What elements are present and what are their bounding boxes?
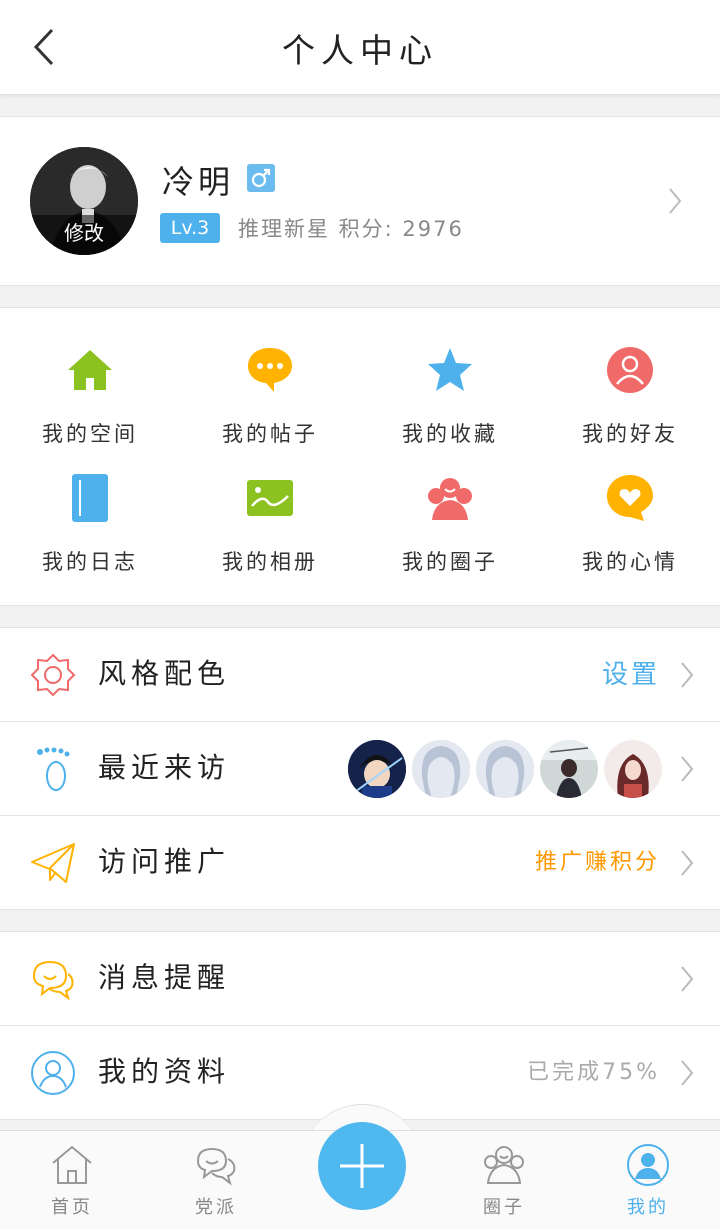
chevron-right-icon	[681, 850, 694, 876]
photo-icon	[247, 480, 293, 516]
menu-value: 设置	[601, 660, 660, 690]
avatar-edit-label[interactable]: 修改	[30, 215, 138, 255]
plus-icon	[340, 1144, 384, 1188]
page-title: 个人中心	[282, 31, 438, 70]
user-circle-icon	[31, 1051, 75, 1095]
friend-icon	[607, 347, 653, 393]
grid-my-mood[interactable]: 我的心情	[540, 474, 720, 602]
menu-notifications[interactable]: 消息提醒	[0, 932, 720, 1026]
avatar[interactable]: 修改	[30, 147, 138, 255]
settings-group-2: 消息提醒 我的资料 已完成75%	[0, 931, 720, 1120]
notebook-icon	[72, 474, 108, 522]
visitor-photo-icon	[540, 740, 598, 798]
grid-my-friends[interactable]: 我的好友	[540, 346, 720, 474]
tab-circles[interactable]: 圈子	[432, 1131, 576, 1229]
grid-label: 我的圈子	[402, 550, 498, 574]
tab-label: 首页	[51, 1197, 93, 1218]
grid-label: 我的好友	[582, 422, 678, 446]
tab-party[interactable]: 党派	[144, 1131, 288, 1229]
chevron-right-icon	[669, 188, 682, 214]
home-tab-icon	[52, 1145, 92, 1184]
chat-bubble-icon	[248, 348, 292, 392]
menu-value: 推广赚积分	[534, 850, 660, 875]
paper-plane-icon	[31, 843, 75, 883]
me-tab-icon	[627, 1144, 669, 1186]
visitor-avatar[interactable]	[412, 740, 470, 798]
rank-points: 推理新星 积分: 2976	[238, 217, 464, 241]
heart-bubble-icon	[607, 475, 653, 521]
menu-label: 最近来访	[98, 751, 231, 784]
default-avatar-icon	[476, 740, 534, 798]
grid-label: 我的收藏	[402, 422, 498, 446]
menu-label: 风格配色	[98, 657, 231, 690]
default-avatar-icon	[412, 740, 470, 798]
grid-my-favorites[interactable]: 我的收藏	[360, 346, 540, 474]
shortcut-grid: 我的空间 我的帖子 我的收藏 我的好友 我的日志 我的相册 我的圈子 我的心情	[0, 307, 720, 606]
tab-label: 圈子	[483, 1197, 525, 1218]
tab-home[interactable]: 首页	[0, 1131, 144, 1229]
footprint-icon	[37, 747, 70, 791]
message-bubbles-icon	[32, 960, 74, 1001]
visitor-avatar[interactable]	[604, 740, 662, 798]
level-badge: Lv.3	[160, 213, 220, 243]
grid-label: 我的相册	[222, 550, 318, 574]
visitor-avatar[interactable]	[348, 740, 406, 798]
menu-value: 已完成75%	[527, 1060, 660, 1085]
grid-label: 我的空间	[42, 422, 138, 446]
star-icon	[428, 348, 472, 391]
male-gender-icon	[247, 164, 275, 192]
menu-label: 访问推广	[98, 845, 231, 878]
tab-label: 我的	[627, 1197, 669, 1218]
grid-label: 我的帖子	[222, 422, 318, 446]
grid-my-space[interactable]: 我的空间	[0, 346, 180, 474]
grid-my-album[interactable]: 我的相册	[180, 474, 360, 602]
visitor-avatar[interactable]	[476, 740, 534, 798]
visitor-avatar[interactable]	[540, 740, 598, 798]
tab-me[interactable]: 我的	[576, 1131, 720, 1229]
grid-label: 我的日志	[42, 550, 138, 574]
user-name: 冷明	[162, 163, 235, 201]
chevron-right-icon	[681, 662, 694, 688]
chevron-right-icon	[681, 966, 694, 992]
menu-visit-promotion[interactable]: 访问推广 推广赚积分	[0, 816, 720, 909]
add-post-button[interactable]	[318, 1122, 406, 1210]
visitor-anime-icon	[348, 740, 406, 798]
house-icon	[68, 350, 112, 390]
visitor-avatars[interactable]	[348, 740, 662, 798]
chevron-right-icon	[681, 756, 694, 782]
profile-card[interactable]: 修改 冷明 Lv.3 推理新星 积分: 2976	[0, 116, 720, 286]
palette-flower-icon	[30, 653, 76, 697]
visitor-photo-icon	[604, 740, 662, 798]
chevron-right-icon	[681, 1060, 694, 1086]
menu-style-color[interactable]: 风格配色 设置	[0, 628, 720, 722]
circle-tab-icon	[484, 1146, 524, 1184]
party-tab-icon	[196, 1147, 236, 1186]
grid-my-circles[interactable]: 我的圈子	[360, 474, 540, 602]
group-icon	[428, 478, 472, 520]
tab-label: 党派	[195, 1197, 237, 1218]
menu-label: 我的资料	[98, 1055, 231, 1088]
grid-my-posts[interactable]: 我的帖子	[180, 346, 360, 474]
top-bar: 个人中心	[0, 0, 720, 95]
settings-group-1: 风格配色 设置 最近来访 访问推广 推广赚积分	[0, 627, 720, 910]
grid-my-journal[interactable]: 我的日志	[0, 474, 180, 602]
menu-label: 消息提醒	[98, 961, 231, 994]
menu-recent-visitors[interactable]: 最近来访	[0, 722, 720, 816]
grid-label: 我的心情	[582, 550, 678, 574]
